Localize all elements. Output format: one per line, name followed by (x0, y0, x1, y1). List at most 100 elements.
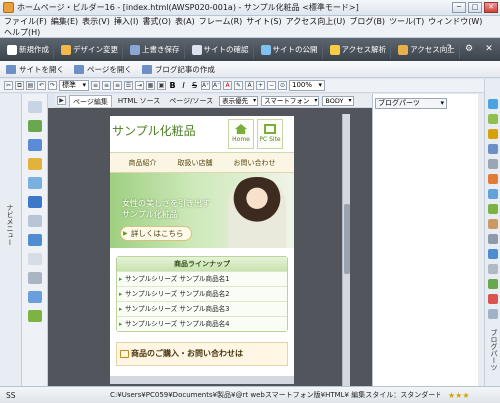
details-button[interactable]: 詳しくはこちら (120, 226, 192, 241)
redo-icon[interactable]: ↷ (48, 81, 57, 90)
zoom-fit-icon[interactable]: ⊙ (278, 81, 287, 90)
create-blog-post-button[interactable]: ブログ記事の作成 (141, 64, 215, 75)
nav-products[interactable]: 商品紹介 (129, 158, 157, 168)
minimize-button[interactable]: ─ (452, 2, 466, 13)
settings-icon[interactable]: ⚙ (462, 41, 476, 57)
button-tool-icon[interactable] (28, 139, 42, 151)
undo-icon[interactable]: ↶ (37, 81, 46, 90)
open-site-button[interactable]: サイトを開く (6, 64, 64, 75)
maximize-button[interactable]: □ (468, 2, 482, 13)
zoom-in-icon[interactable]: + (256, 81, 265, 90)
menu-item-11[interactable]: ウィンドウ(W) (426, 16, 484, 27)
menu-item-0[interactable]: ファイル(F) (2, 16, 49, 27)
photo-tool-icon[interactable] (28, 177, 42, 189)
tab-page-edit[interactable]: ページ編集 (69, 94, 112, 107)
product-link-3[interactable]: サンプルシリーズ サンプル商品名3 (117, 301, 287, 317)
strip-icon-1[interactable] (488, 84, 498, 94)
strip-icon-15[interactable] (488, 294, 498, 304)
help-icon[interactable]: ? (442, 41, 456, 57)
editing-canvas[interactable]: サンプル化粧品 Home PC Site 商品紹介 取扱い店舗 お問い合わせ 女… (48, 108, 372, 386)
access-analysis-button[interactable]: アクセス解析 (326, 40, 392, 59)
menu-item-3[interactable]: 挿入(I) (112, 16, 141, 27)
menu-item-10[interactable]: ツール(T) (387, 16, 426, 27)
menu-item-8[interactable]: アクセス向上(U) (284, 16, 348, 27)
document-tool-icon[interactable] (28, 272, 42, 284)
strip-icon-12[interactable] (488, 249, 498, 259)
indent-icon[interactable]: ⇥ (135, 81, 144, 90)
product-link-4[interactable]: サンプルシリーズ サンプル商品名4 (117, 316, 287, 332)
site-publish-button[interactable]: サイトの公開 (257, 40, 323, 59)
folder-tool-icon[interactable] (28, 196, 42, 208)
form-tool-icon[interactable] (28, 253, 42, 265)
home-button[interactable]: Home (228, 119, 254, 149)
copy-icon[interactable]: ⧉ (15, 81, 24, 90)
strip-icon-10[interactable] (488, 219, 498, 229)
page-vertical-scrollbar[interactable] (342, 114, 350, 386)
strip-icon-16[interactable] (488, 309, 498, 319)
smartphone-page-preview[interactable]: サンプル化粧品 Home PC Site 商品紹介 取扱い店舗 お問い合わせ 女… (110, 116, 294, 384)
bold-button[interactable]: B (168, 81, 177, 90)
align-left-icon[interactable]: ≡ (91, 81, 100, 90)
font-color-icon[interactable]: A (223, 81, 232, 90)
text-style-icon[interactable]: A (245, 81, 254, 90)
strip-icon-7[interactable] (488, 174, 498, 184)
gadget-tool-icon[interactable] (28, 310, 42, 322)
image-tool-icon[interactable] (28, 120, 42, 132)
strip-icon-5[interactable] (488, 144, 498, 154)
tab-page-source[interactable]: ページ/ソース (166, 95, 216, 107)
text-tool-icon[interactable] (28, 101, 42, 113)
strip-icon-14[interactable] (488, 279, 498, 289)
navigator-tab[interactable]: ナビメニュー (3, 204, 15, 254)
cut-icon[interactable]: ✂ (4, 81, 13, 90)
zoom-out-icon[interactable]: − (267, 81, 276, 90)
list-icon[interactable]: ☰ (124, 81, 133, 90)
device-select[interactable]: スマートフォン (261, 95, 320, 106)
menu-item-2[interactable]: 表示(V) (80, 16, 112, 27)
close-panel-icon[interactable]: ✕ (482, 41, 496, 57)
tab-html-source[interactable]: HTML ソース (115, 95, 163, 107)
menu-item-5[interactable]: 表(A) (173, 16, 197, 27)
align-center-icon[interactable]: ≡ (102, 81, 111, 90)
close-button[interactable]: ✕ (484, 2, 498, 13)
menu-item-9[interactable]: ブログ(B) (347, 16, 387, 27)
highlight-icon[interactable]: ✎ (234, 81, 243, 90)
contact-banner[interactable]: 商品のご購入・お問い合わせは (116, 342, 288, 366)
strip-icon-4[interactable] (488, 129, 498, 139)
nav-contact[interactable]: お問い合わせ (234, 158, 276, 168)
view-priority-select[interactable]: 表示優先 (219, 95, 259, 106)
product-link-1[interactable]: サンプルシリーズ サンプル商品名1 (117, 271, 287, 287)
scrollbar-thumb[interactable] (344, 204, 350, 274)
font-larger-icon[interactable]: A⁺ (201, 81, 210, 90)
pencil-tool-icon[interactable] (28, 158, 42, 170)
panel-select[interactable]: ブログパーツ (375, 98, 447, 109)
menu-item-6[interactable]: フレーム(R) (197, 16, 245, 27)
strip-icon-6[interactable] (488, 159, 498, 169)
strip-icon-2[interactable] (488, 99, 498, 109)
image-icon[interactable]: ▣ (157, 81, 166, 90)
menu-item-help[interactable]: ヘルプ(H) (2, 27, 42, 38)
new-button[interactable]: 新規作成 (3, 40, 54, 59)
save-button[interactable]: 上書き保存 (126, 40, 185, 59)
preview-icon[interactable]: ▶ (57, 96, 66, 105)
zoom-select[interactable]: 100% (289, 80, 326, 91)
align-right-icon[interactable]: ≡ (113, 81, 122, 90)
strike-button[interactable]: S (190, 81, 199, 90)
menu-item-1[interactable]: 編集(E) (49, 16, 80, 27)
strip-icon-3[interactable] (488, 114, 498, 124)
menu-item-7[interactable]: サイト(S) (244, 16, 283, 27)
paste-icon[interactable]: ▤ (26, 81, 35, 90)
product-link-2[interactable]: サンプルシリーズ サンプル商品名2 (117, 286, 287, 302)
table-icon[interactable]: ▦ (146, 81, 155, 90)
pc-site-button[interactable]: PC Site (257, 119, 283, 149)
open-page-button[interactable]: ページを開く (74, 64, 132, 75)
table-tool-icon[interactable] (28, 234, 42, 246)
strip-icon-11[interactable] (488, 234, 498, 244)
paragraph-style-select[interactable]: 標準 (59, 80, 89, 91)
font-smaller-icon[interactable]: A⁻ (212, 81, 221, 90)
strip-icon-9[interactable] (488, 204, 498, 214)
body-select[interactable]: BODY (322, 95, 354, 106)
page-horizontal-scrollbar[interactable] (110, 376, 294, 384)
italic-button[interactable]: I (179, 81, 188, 90)
list-tool-icon[interactable] (28, 215, 42, 227)
site-check-button[interactable]: サイトの確認 (188, 40, 254, 59)
